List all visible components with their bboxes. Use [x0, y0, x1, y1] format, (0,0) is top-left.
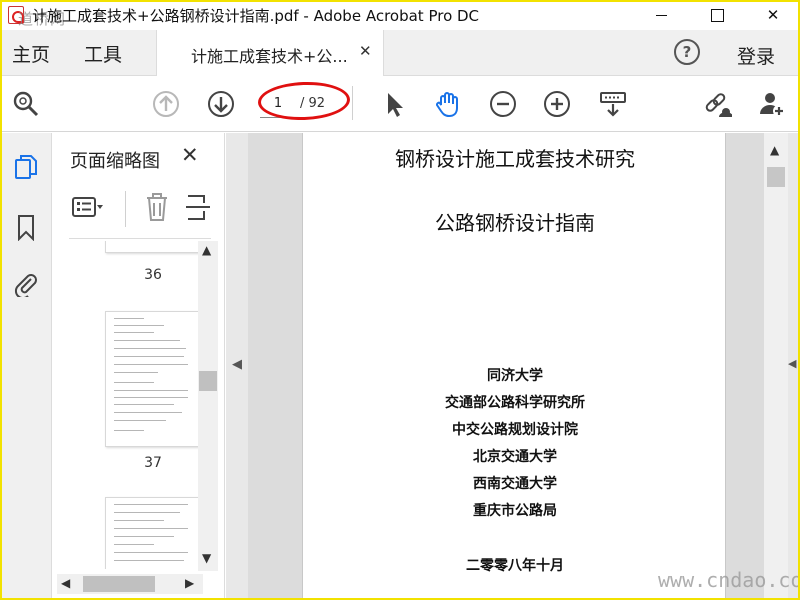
window-title: 计施工成套技术+公路钢桥设计指南.pdf - Adobe Acrobat Pro…: [32, 7, 480, 25]
scroll-left-arrow-icon[interactable]: ◀: [61, 576, 70, 590]
pdf-page: 钢桥设计施工成套技术研究 公路钢桥设计指南 同济大学 交通部公路科学研究所 中交…: [302, 133, 726, 598]
document-subtitle: 公路钢桥设计指南: [435, 211, 595, 235]
thumbnail-panel-toolbar: [69, 183, 211, 239]
tab-bar: 主页 工具 计施工成套技术+公... ✕ ? 登录: [2, 30, 798, 76]
panel-collapse-handle[interactable]: ◀: [226, 133, 248, 598]
scroll-up-arrow-icon[interactable]: ▲: [770, 143, 779, 157]
help-button[interactable]: ?: [674, 39, 700, 65]
thumbnail-page-number: 37: [144, 455, 162, 471]
insert-page-icon[interactable]: [184, 193, 220, 225]
select-arrow-icon[interactable]: [380, 90, 408, 118]
collapse-left-arrow-icon[interactable]: ◀: [232, 357, 242, 372]
hand-tool-icon[interactable]: [434, 90, 462, 118]
page-thumbnails-icon[interactable]: [12, 153, 42, 183]
add-user-icon[interactable]: [758, 90, 786, 118]
thumbnail-panel: 页面缩略图 ✕ 36 37 ▲ ▼ ◀ ▶: [53, 133, 225, 598]
panel-close-icon[interactable]: ✕: [181, 143, 199, 167]
title-bar: 道桥网 计施工成套技术+公路钢桥设计指南.pdf - Adobe Acrobat…: [2, 2, 798, 30]
thumbnail-list: 36 37: [69, 241, 200, 569]
share-link-icon[interactable]: [704, 90, 733, 118]
zoom-in-icon[interactable]: [543, 90, 571, 118]
thumbnail-page[interactable]: [105, 497, 200, 569]
search-icon[interactable]: [12, 90, 40, 118]
organization-line: 交通部公路科学研究所: [445, 395, 585, 411]
login-button[interactable]: 登录: [737, 42, 775, 69]
thumbnail-page-number: 36: [144, 267, 162, 283]
expand-right-arrow-icon[interactable]: ◀: [788, 357, 796, 370]
delete-page-icon[interactable]: [141, 193, 177, 225]
thumbnail-panel-title: 页面缩略图: [70, 151, 160, 172]
bookmark-icon[interactable]: [12, 213, 42, 243]
organization-line: 同济大学: [487, 368, 543, 384]
right-pane-collapse-handle[interactable]: ◀: [788, 133, 798, 598]
panel-toolbar-separator: [125, 191, 126, 227]
watermark-bottom-right: www.cndao.com: [658, 568, 800, 592]
document-view[interactable]: 钢桥设计施工成套技术研究 公路钢桥设计指南 同济大学 交通部公路科学研究所 中交…: [248, 133, 764, 598]
scrollbar-handle[interactable]: [83, 576, 155, 592]
organization-line: 中交公路规划设计院: [452, 422, 578, 438]
prev-page-icon[interactable]: [152, 90, 180, 118]
organization-line: 重庆市公路局: [473, 503, 557, 519]
scroll-right-arrow-icon[interactable]: ▶: [185, 576, 194, 590]
thumbnail-vertical-scrollbar[interactable]: ▲ ▼: [198, 241, 218, 571]
tab-close-icon[interactable]: ✕: [359, 42, 372, 60]
acrobat-window: 道桥网 计施工成套技术+公路钢桥设计指南.pdf - Adobe Acrobat…: [0, 0, 800, 600]
thumbnail-page[interactable]: [105, 241, 200, 253]
tab-document[interactable]: 计施工成套技术+公... ✕: [156, 30, 384, 76]
thumbnail-options-icon[interactable]: [71, 193, 107, 225]
attachment-icon[interactable]: [12, 269, 42, 300]
organization-line: 北京交通大学: [473, 449, 557, 465]
navigation-rail: [2, 133, 52, 598]
next-page-icon[interactable]: [207, 90, 235, 118]
scrollbar-handle[interactable]: [199, 371, 217, 391]
keyboard-scroll-icon[interactable]: [599, 90, 627, 118]
scroll-up-arrow-icon[interactable]: ▲: [202, 243, 211, 257]
toolbar: / 92: [2, 76, 798, 132]
document-title: 钢桥设计施工成套技术研究: [395, 147, 635, 171]
organization-line: 西南交通大学: [473, 476, 557, 492]
minimize-button[interactable]: [638, 2, 684, 28]
tab-tools[interactable]: 工具: [84, 40, 122, 67]
thumbnail-page[interactable]: [105, 311, 200, 447]
thumbnail-horizontal-scrollbar[interactable]: ◀ ▶: [57, 574, 203, 594]
tab-document-label: 计施工成套技术+公...: [191, 47, 348, 66]
tab-home[interactable]: 主页: [12, 40, 50, 67]
toolbar-separator: [352, 86, 353, 120]
scroll-down-arrow-icon[interactable]: ▼: [202, 551, 211, 565]
document-vertical-scrollbar[interactable]: ▲: [764, 133, 788, 598]
scrollbar-handle[interactable]: [767, 167, 785, 187]
maximize-button[interactable]: [694, 2, 740, 28]
zoom-out-icon[interactable]: [489, 90, 517, 118]
close-window-button[interactable]: ✕: [750, 2, 796, 28]
